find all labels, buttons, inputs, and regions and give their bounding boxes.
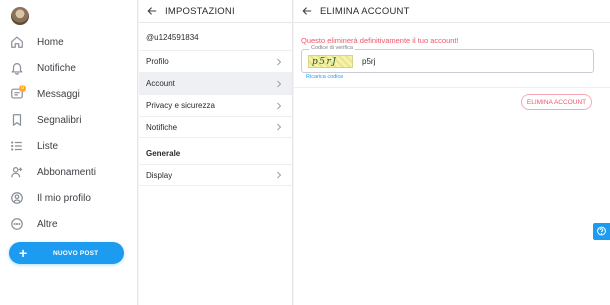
sidebar-item-segnalibri[interactable]: Segnalibri — [10, 110, 81, 130]
sidebar-item-altre[interactable]: Altre — [10, 214, 58, 234]
sidebar-item-liste[interactable]: Liste — [10, 136, 58, 156]
list-icon — [10, 139, 24, 153]
avatar[interactable] — [11, 7, 29, 25]
chevron-right-icon — [275, 58, 283, 66]
settings-title: IMPOSTAZIONI — [165, 5, 235, 17]
settings-item-label: Account — [146, 79, 175, 88]
captcha-field[interactable]: Codice di verifica p5rJ p5rj — [301, 45, 594, 73]
username: @u124591834 — [146, 33, 199, 42]
settings-item-account[interactable]: Account — [139, 72, 292, 94]
captcha-image: p5rJ — [308, 55, 353, 68]
delete-account-button[interactable]: ELIMINA ACCOUNT — [521, 94, 592, 110]
message-badge: 0 — [19, 85, 26, 92]
sidebar-item-label: Segnalibri — [37, 114, 82, 126]
message-icon: 0 — [10, 85, 26, 101]
chevron-right-icon — [275, 171, 283, 179]
settings-item-profilo[interactable]: Profilo — [139, 50, 292, 72]
more-icon — [10, 217, 24, 231]
bookmark-icon — [10, 113, 24, 127]
captcha-caption: Codice di verifica — [309, 45, 355, 51]
chevron-right-icon — [275, 102, 283, 110]
settings-item-label: Notifiche — [146, 122, 178, 132]
settings-item-privacy[interactable]: Privacy e sicurezza — [139, 94, 292, 116]
home-icon — [10, 35, 24, 49]
delete-warning: Questo eliminerà definitivamente il tuo … — [301, 36, 459, 45]
captcha-image-text: p5rJ — [312, 57, 338, 67]
sidebar-item-label: Altre — [37, 218, 58, 230]
sidebar-item-abbonamenti[interactable]: Abbonamenti — [10, 162, 96, 182]
panel-title: ELIMINA ACCOUNT — [320, 5, 410, 17]
settings-item-display[interactable]: Display — [139, 164, 292, 186]
plus-icon: + — [19, 245, 28, 261]
back-arrow-icon[interactable] — [147, 6, 157, 16]
sidebar-item-label: Notifiche — [37, 62, 76, 74]
sidebar-item-label: Liste — [37, 140, 59, 152]
reload-captcha-link[interactable]: Ricarica codice — [306, 74, 343, 80]
sidebar-item-messaggi[interactable]: 0 Messaggi — [10, 84, 80, 104]
divider — [294, 87, 610, 88]
settings-item-label: Privacy e sicurezza — [146, 101, 215, 110]
delete-account-panel: ELIMINA ACCOUNT Questo eliminerà definit… — [294, 0, 610, 305]
sidebar-item-label: Messaggi — [37, 88, 80, 100]
sidebar-item-label: Abbonamenti — [37, 166, 96, 178]
sidebar: Home Notifiche 0 Messaggi Segnalibri Lis… — [0, 0, 138, 305]
new-post-label: NUOVO POST — [53, 249, 99, 257]
sidebar-item-label: Il mio profilo — [37, 192, 91, 204]
app-window: Home Notifiche 0 Messaggi Segnalibri Lis… — [0, 0, 610, 305]
settings-item-label: Profilo — [146, 57, 169, 66]
panel-header: ELIMINA ACCOUNT — [294, 0, 610, 23]
help-icon — [596, 226, 607, 237]
settings-column: IMPOSTAZIONI @u124591834 Profilo Account… — [139, 0, 293, 305]
settings-item-notifiche[interactable]: Notifiche — [139, 116, 292, 138]
section-general-heading: Generale — [146, 149, 181, 158]
subscriptions-icon — [10, 165, 24, 179]
help-button[interactable] — [593, 223, 610, 240]
bell-icon — [10, 61, 24, 75]
settings-item-label: Display — [146, 170, 173, 180]
captcha-input[interactable]: p5rj — [362, 57, 375, 66]
chevron-right-icon — [275, 80, 283, 88]
sidebar-item-home[interactable]: Home — [10, 32, 64, 52]
new-post-button[interactable]: + NUOVO POST — [9, 242, 124, 264]
chevron-right-icon — [275, 123, 283, 131]
back-arrow-icon[interactable] — [302, 6, 312, 16]
sidebar-item-label: Home — [37, 36, 64, 48]
profile-icon — [10, 191, 24, 205]
sidebar-item-profilo[interactable]: Il mio profilo — [10, 188, 91, 208]
settings-header: IMPOSTAZIONI — [139, 0, 292, 23]
sidebar-item-notifiche[interactable]: Notifiche — [10, 58, 76, 78]
